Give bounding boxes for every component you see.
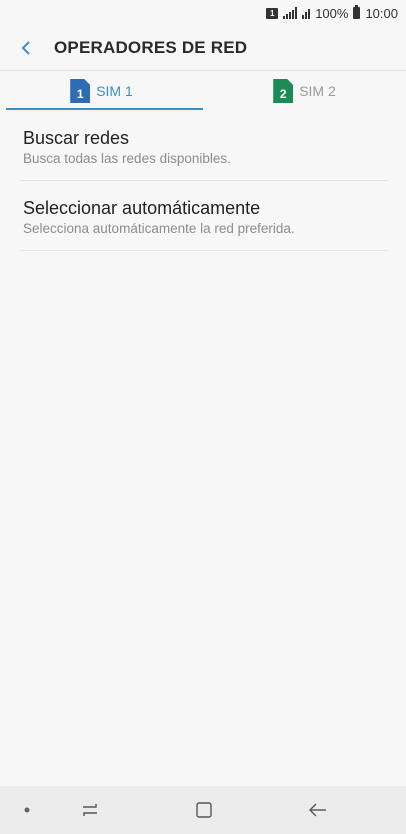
- recent-apps-button[interactable]: [66, 786, 114, 834]
- settings-list: Buscar redes Busca todas las redes dispo…: [0, 111, 406, 251]
- item-subtitle: Busca todas las redes disponibles.: [23, 151, 231, 166]
- back-arrow-icon: [309, 803, 326, 817]
- item-title: Seleccionar automáticamente: [23, 198, 261, 218]
- chevron-left-icon: [21, 41, 30, 55]
- page-title: OPERADORES DE RED: [54, 38, 248, 57]
- battery-icon: [353, 5, 361, 19]
- navigation-bar: [0, 786, 406, 834]
- sim-card-icon: 1: [70, 79, 91, 103]
- tab-sim-2[interactable]: 2 SIM 2: [203, 71, 406, 111]
- tab-label: SIM 2: [299, 83, 336, 99]
- recent-apps-icon: [83, 804, 97, 816]
- app-header: OPERADORES DE RED: [0, 26, 406, 70]
- sim-card-icon: 2: [273, 79, 294, 103]
- status-time: 10:00: [365, 5, 398, 21]
- dot-icon: [24, 807, 30, 813]
- battery-percentage: 100%: [315, 5, 349, 21]
- divider: [20, 250, 388, 251]
- nav-dot-button[interactable]: [12, 786, 42, 834]
- home-button[interactable]: [180, 786, 228, 834]
- tab-label: SIM 1: [96, 83, 133, 99]
- item-subtitle: Selecciona automáticamente la red prefer…: [23, 221, 295, 236]
- item-title: Buscar redes: [23, 128, 130, 148]
- list-item-seleccionar-automaticamente[interactable]: Seleccionar automáticamente Selecciona a…: [0, 181, 406, 251]
- nav-back-button[interactable]: [294, 786, 342, 834]
- back-button[interactable]: [0, 26, 52, 70]
- signal-strength-icon: [283, 7, 298, 19]
- tab-sim-1[interactable]: 1 SIM 1: [0, 71, 203, 111]
- sim-badge-icon: 1: [266, 7, 279, 19]
- status-bar: 1 100% 10:00: [0, 0, 406, 26]
- list-item-buscar-redes[interactable]: Buscar redes Busca todas las redes dispo…: [0, 111, 406, 181]
- home-icon: [196, 802, 212, 818]
- signal-strength-secondary-icon: [302, 7, 311, 19]
- active-tab-indicator: [6, 108, 203, 110]
- sim-tabs: 1 SIM 1 2 SIM 2: [0, 71, 406, 111]
